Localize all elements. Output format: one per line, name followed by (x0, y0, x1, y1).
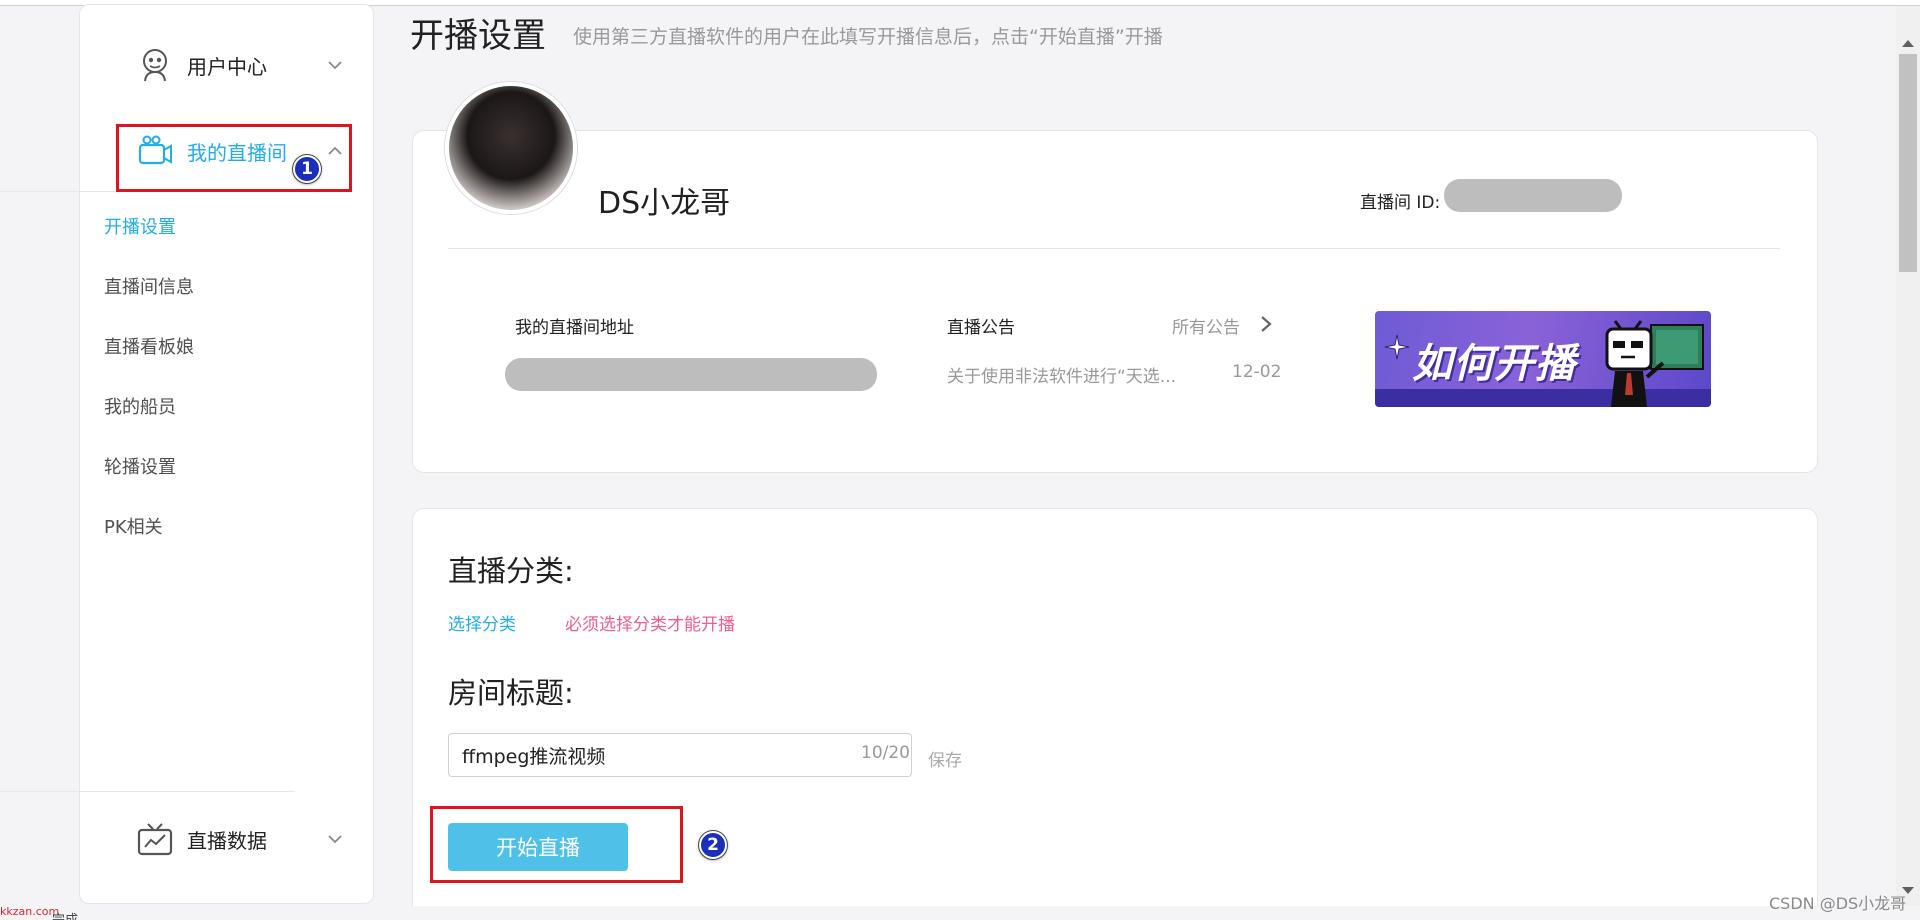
card-divider (448, 248, 1780, 249)
scrollbar-thumb[interactable] (1899, 54, 1917, 272)
room-title-section-title: 房间标题: (448, 676, 574, 710)
annotation-box-start (430, 806, 683, 883)
save-title-button[interactable]: 保存 (928, 746, 962, 771)
sidebar-item-user-center[interactable]: 用户中心 (80, 37, 375, 93)
tv-mascot-icon (1605, 320, 1704, 407)
csdn-watermark: CSDN @DS小龙哥 (1769, 894, 1907, 913)
sidebar-subitem-carousel[interactable]: 轮播设置 (104, 453, 176, 479)
annotation-badge-1: 1 (293, 155, 321, 183)
page-title: 开播设置 (410, 16, 546, 56)
status-text: 完成 (52, 909, 78, 920)
sidebar-subitem-pk[interactable]: PK相关 (104, 513, 163, 539)
category-section-title: 直播分类: (448, 554, 574, 588)
how-to-stream-banner[interactable]: 如何开播 (1375, 311, 1711, 407)
avatar[interactable] (445, 82, 577, 214)
room-id-label: 直播间 ID: (1360, 193, 1441, 213)
sidebar-divider (0, 791, 295, 792)
banner-title: 如何开播 (1412, 341, 1576, 387)
scroll-up-arrow-icon[interactable] (1901, 38, 1915, 48)
all-announcements-link[interactable]: 所有公告 (1172, 313, 1240, 338)
sidebar-item-label: 用户中心 (187, 54, 267, 79)
chevron-down-icon (328, 835, 342, 844)
site-watermark: kkzan.com (0, 905, 60, 918)
page-description: 使用第三方直播软件的用户在此填写开播信息后，点击“开始直播”开播 (573, 26, 1163, 48)
sidebar-subitem-mascot[interactable]: 直播看板娘 (104, 333, 194, 359)
announcement-label: 直播公告 (947, 318, 1015, 338)
room-address-label: 我的直播间地址 (515, 318, 634, 338)
browser-status-bar (0, 906, 1920, 920)
title-char-count: 10/20 (861, 743, 910, 763)
sidebar-item-label: 直播数据 (187, 828, 267, 853)
annotation-badge-2: 2 (699, 831, 727, 859)
announcement-text[interactable]: 关于使用非法软件进行“天选... (947, 362, 1176, 387)
room-title-input[interactable] (448, 733, 912, 777)
sidebar-subitem-room-info[interactable]: 直播间信息 (104, 273, 194, 299)
room-id-redacted (1444, 179, 1622, 212)
sidebar-subitem-crew[interactable]: 我的船员 (104, 393, 176, 419)
choose-category-link[interactable]: 选择分类 (448, 610, 516, 635)
chevron-down-icon (328, 61, 342, 70)
tv-chart-icon (137, 823, 173, 856)
category-warning: 必须选择分类才能开播 (565, 615, 735, 635)
sparkle-icon (1384, 334, 1410, 360)
username: DS小龙哥 (598, 186, 731, 221)
chevron-right-icon[interactable] (1258, 314, 1274, 334)
sidebar-subitem-stream-settings[interactable]: 开播设置 (104, 213, 176, 239)
user-avatar-icon (143, 49, 167, 82)
sidebar-item-live-data[interactable]: 直播数据 (80, 811, 375, 867)
room-address-redacted (505, 358, 877, 391)
announcement-date: 12-02 (1232, 362, 1282, 382)
